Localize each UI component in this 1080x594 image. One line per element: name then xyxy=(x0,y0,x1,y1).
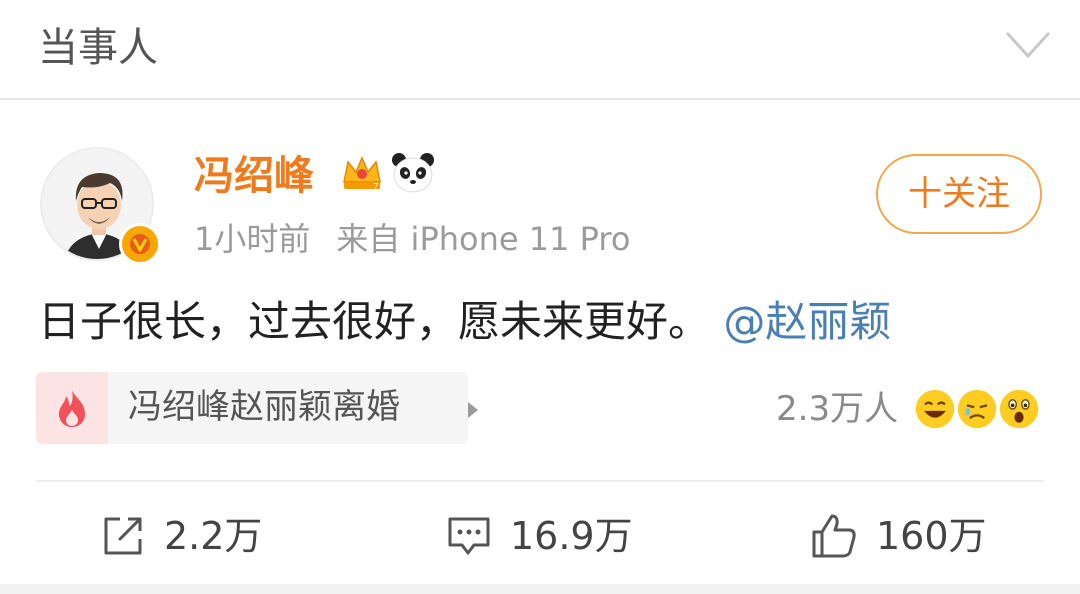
post-source: 来自 iPhone 11 Pro xyxy=(336,220,631,258)
sad-emoji-icon xyxy=(954,386,1000,432)
play-arrow-icon xyxy=(468,402,478,418)
post-time: 1小时前 xyxy=(194,220,311,258)
mention-link[interactable]: @赵丽颖 xyxy=(723,297,891,346)
chevron-down-icon[interactable] xyxy=(1004,28,1052,64)
panda-icon xyxy=(392,153,434,193)
topic-label: 冯绍峰赵丽颖离婚 xyxy=(128,387,400,427)
crown-icon: 7 xyxy=(343,156,381,193)
divider xyxy=(36,480,1044,482)
post-text: 日子很长，过去很好，愿未来更好。 xyxy=(38,297,711,346)
thumbs-up-icon xyxy=(812,514,856,558)
share-icon xyxy=(104,517,142,555)
weibo-post-page: 当事人 冯绍峰 7 1小时前 来自 iPhone 11 Pro 十关注 日子很长… xyxy=(0,0,1080,594)
bottom-separator xyxy=(0,584,1080,594)
post-content: 日子很长，过去很好，愿未来更好。 @赵丽颖 xyxy=(38,294,1048,350)
section-title: 当事人 xyxy=(38,25,158,71)
username[interactable]: 冯绍峰 xyxy=(194,150,314,202)
comment-icon xyxy=(448,517,490,555)
surprised-emoji-icon xyxy=(996,386,1042,432)
post-meta: 1小时前 来自 iPhone 11 Pro xyxy=(194,218,630,260)
comment-count: 16.9万 xyxy=(510,514,633,558)
repost-button[interactable]: 2.2万 xyxy=(100,508,262,564)
svg-text:7: 7 xyxy=(373,182,379,193)
comment-button[interactable]: 16.9万 xyxy=(446,508,633,564)
repost-count: 2.2万 xyxy=(164,514,263,558)
like-button[interactable]: 160万 xyxy=(810,508,987,564)
like-count: 160万 xyxy=(876,514,987,558)
section-header: 当事人 xyxy=(0,0,1080,100)
topic-tag[interactable]: 冯绍峰赵丽颖离婚 xyxy=(36,372,478,444)
follow-button[interactable]: 十关注 xyxy=(876,154,1042,234)
verified-badge-icon xyxy=(119,223,161,265)
laugh-emoji-icon xyxy=(912,386,958,432)
reactions-count: 2.3万人 xyxy=(776,389,899,429)
fire-icon xyxy=(36,372,108,444)
